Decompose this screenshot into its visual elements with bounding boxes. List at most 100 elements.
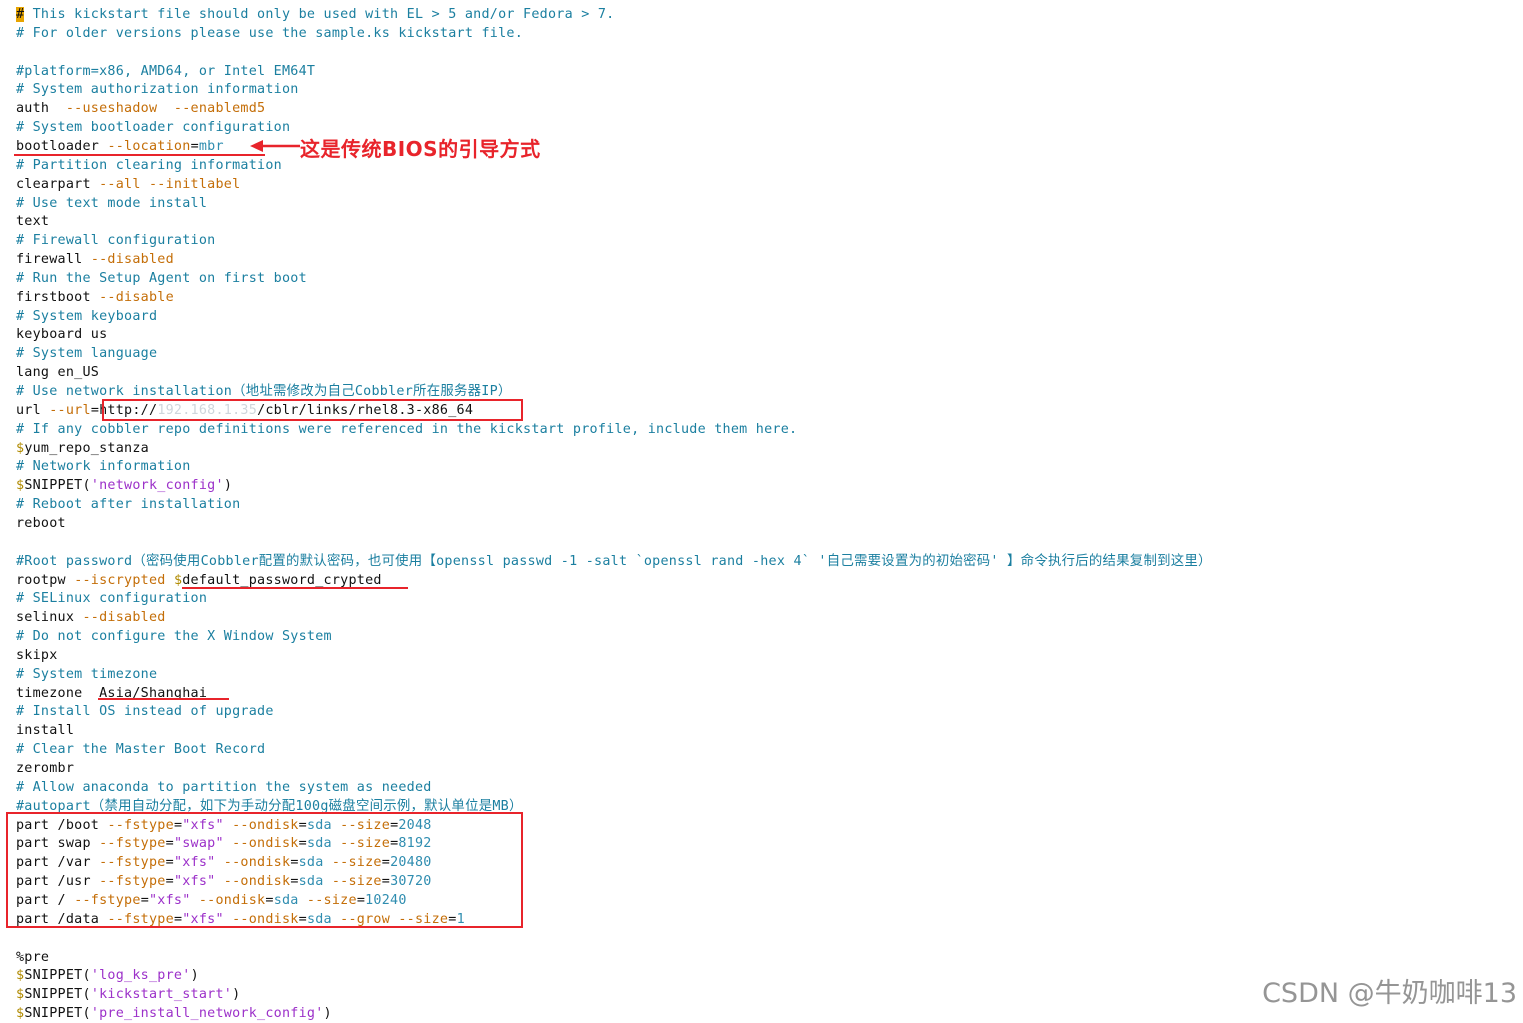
- code-token: # Allow anaconda to partition the system…: [16, 779, 432, 795]
- code-token: --iscrypted: [74, 572, 174, 588]
- code-line[interactable]: # Network information: [16, 457, 191, 476]
- code-token: --disabled: [82, 610, 166, 626]
- code-line[interactable]: # For older versions please use the samp…: [16, 24, 523, 43]
- code-line[interactable]: $SNIPPET('log_ks_pre'): [16, 966, 199, 985]
- code-token: rootpw: [16, 572, 75, 588]
- code-line[interactable]: # System language: [16, 344, 157, 363]
- code-line[interactable]: skipx: [16, 646, 58, 665]
- code-token: =: [190, 138, 199, 154]
- code-token: 'log_ks_pre': [90, 968, 191, 984]
- code-token: bootloader: [16, 138, 108, 154]
- code-token: mbr: [198, 138, 224, 154]
- code-line[interactable]: auth --useshadow --enablemd5: [16, 99, 265, 118]
- code-token: 'kickstart_start': [90, 987, 233, 1003]
- code-line[interactable]: lang en_US: [16, 363, 99, 382]
- code-token: ): [190, 968, 199, 984]
- code-line[interactable]: clearpart --all --initlabel: [16, 175, 240, 194]
- code-token: reboot: [16, 515, 66, 531]
- code-token: # Network information: [16, 459, 191, 475]
- code-token: zerombr: [16, 761, 75, 776]
- code-line[interactable]: # Install OS instead of upgrade: [16, 702, 274, 721]
- code-token: # System language: [16, 346, 158, 362]
- code-token: # Clear the Master Boot Record: [16, 742, 266, 758]
- code-line[interactable]: firewall --disabled: [16, 250, 174, 269]
- code-line[interactable]: #Root password（密码使用Cobbler配置的默认密码，也可使用【o…: [16, 552, 1212, 571]
- code-token: --disabled: [90, 252, 174, 268]
- code-token: #Root password（密码使用Cobbler配置的默认密码，也可使用【o…: [16, 553, 1212, 569]
- code-line[interactable]: keyboard us: [16, 325, 107, 344]
- code-line[interactable]: # System bootloader configuration: [16, 118, 290, 137]
- code-line[interactable]: # SELinux configuration: [16, 589, 207, 608]
- code-token: # Run the Setup Agent on first boot: [16, 270, 307, 286]
- code-line[interactable]: $SNIPPET('kickstart_start'): [16, 985, 240, 1004]
- code-token: firstboot: [16, 289, 100, 305]
- code-line[interactable]: firstboot --disable: [16, 288, 174, 307]
- code-token: lang en_US: [16, 365, 100, 381]
- code-token: default_password_crypted: [182, 572, 382, 588]
- code-token: clearpart: [16, 176, 100, 192]
- code-line[interactable]: # Run the Setup Agent on first boot: [16, 269, 307, 288]
- code-token: # Use text mode install: [16, 195, 208, 211]
- code-line[interactable]: # Use text mode install: [16, 194, 207, 213]
- code-token: 'pre_install_network_config': [90, 1006, 324, 1022]
- code-token: $: [173, 572, 183, 588]
- code-token: --disable: [99, 289, 174, 305]
- code-line[interactable]: selinux --disabled: [16, 608, 166, 627]
- code-line[interactable]: # This kickstart file should only be use…: [16, 5, 614, 24]
- url-highlight-box: [102, 399, 523, 421]
- code-line[interactable]: $SNIPPET('network_config'): [16, 476, 232, 495]
- code-line[interactable]: $SNIPPET('pre_install_network_config'): [16, 1004, 332, 1023]
- code-line[interactable]: bootloader --location=mbr: [16, 137, 224, 156]
- code-line[interactable]: # System timezone: [16, 665, 157, 684]
- code-line[interactable]: # System authorization information: [16, 80, 299, 99]
- code-token: # Partition clearing information: [16, 157, 282, 173]
- code-token: SNIPPET(: [24, 478, 91, 494]
- code-token: # Reboot after installation: [16, 497, 241, 513]
- code-line[interactable]: # Clear the Master Boot Record: [16, 740, 265, 759]
- code-line[interactable]: # Do not configure the X Window System: [16, 627, 332, 646]
- code-token: SNIPPET(: [24, 968, 91, 984]
- code-token: --url: [49, 402, 91, 418]
- code-token: text: [16, 214, 50, 230]
- bios-annotation-text: 这是传统BIOS的引导方式: [300, 137, 541, 161]
- code-token: yum_repo_stanza: [24, 440, 149, 456]
- code-line[interactable]: zerombr: [16, 759, 74, 778]
- code-token: --useshadow --enablemd5: [65, 101, 266, 117]
- code-line[interactable]: # Reboot after installation: [16, 495, 240, 514]
- code-line[interactable]: $yum_repo_stanza: [16, 439, 149, 458]
- code-token: # If any cobbler repo definitions were r…: [16, 421, 798, 437]
- code-line[interactable]: # Partition clearing information: [16, 156, 282, 175]
- code-token: =: [90, 402, 100, 418]
- code-line[interactable]: %pre: [16, 948, 49, 967]
- code-line[interactable]: # Firewall configuration: [16, 231, 215, 250]
- code-token: # SELinux configuration: [16, 591, 208, 607]
- code-token: # System authorization information: [16, 82, 299, 98]
- code-token: keyboard us: [16, 327, 108, 343]
- code-line[interactable]: reboot: [16, 514, 66, 533]
- code-token: # System timezone: [16, 666, 158, 682]
- code-token: --all --initlabel: [99, 176, 241, 192]
- code-token: %pre: [16, 949, 50, 965]
- arrow-left-icon: [250, 140, 300, 152]
- code-token: #platform=x86, AMD64, or Intel EM64T: [16, 63, 316, 79]
- code-token: firewall: [16, 252, 91, 268]
- code-line[interactable]: #platform=x86, AMD64, or Intel EM64T: [16, 62, 315, 81]
- code-token: ): [232, 987, 241, 1003]
- code-token: install: [16, 723, 75, 739]
- code-token: SNIPPET(: [24, 1006, 91, 1022]
- code-token: # System bootloader configuration: [16, 120, 291, 136]
- code-token: selinux: [16, 610, 83, 626]
- code-token: skipx: [16, 647, 58, 663]
- code-token: # System keyboard: [16, 308, 158, 324]
- code-line[interactable]: # System keyboard: [16, 307, 157, 326]
- code-line[interactable]: install: [16, 721, 74, 740]
- timezone-underline: [98, 698, 229, 700]
- code-token: This kickstart file should only be used …: [24, 7, 615, 22]
- code-line[interactable]: # If any cobbler repo definitions were r…: [16, 420, 797, 439]
- code-token: auth: [16, 101, 66, 117]
- code-line[interactable]: # Allow anaconda to partition the system…: [16, 778, 432, 797]
- code-line[interactable]: text: [16, 212, 49, 231]
- code-token: ): [323, 1006, 332, 1022]
- partition-highlight-box: [6, 812, 523, 928]
- code-token: # Install OS instead of upgrade: [16, 704, 274, 720]
